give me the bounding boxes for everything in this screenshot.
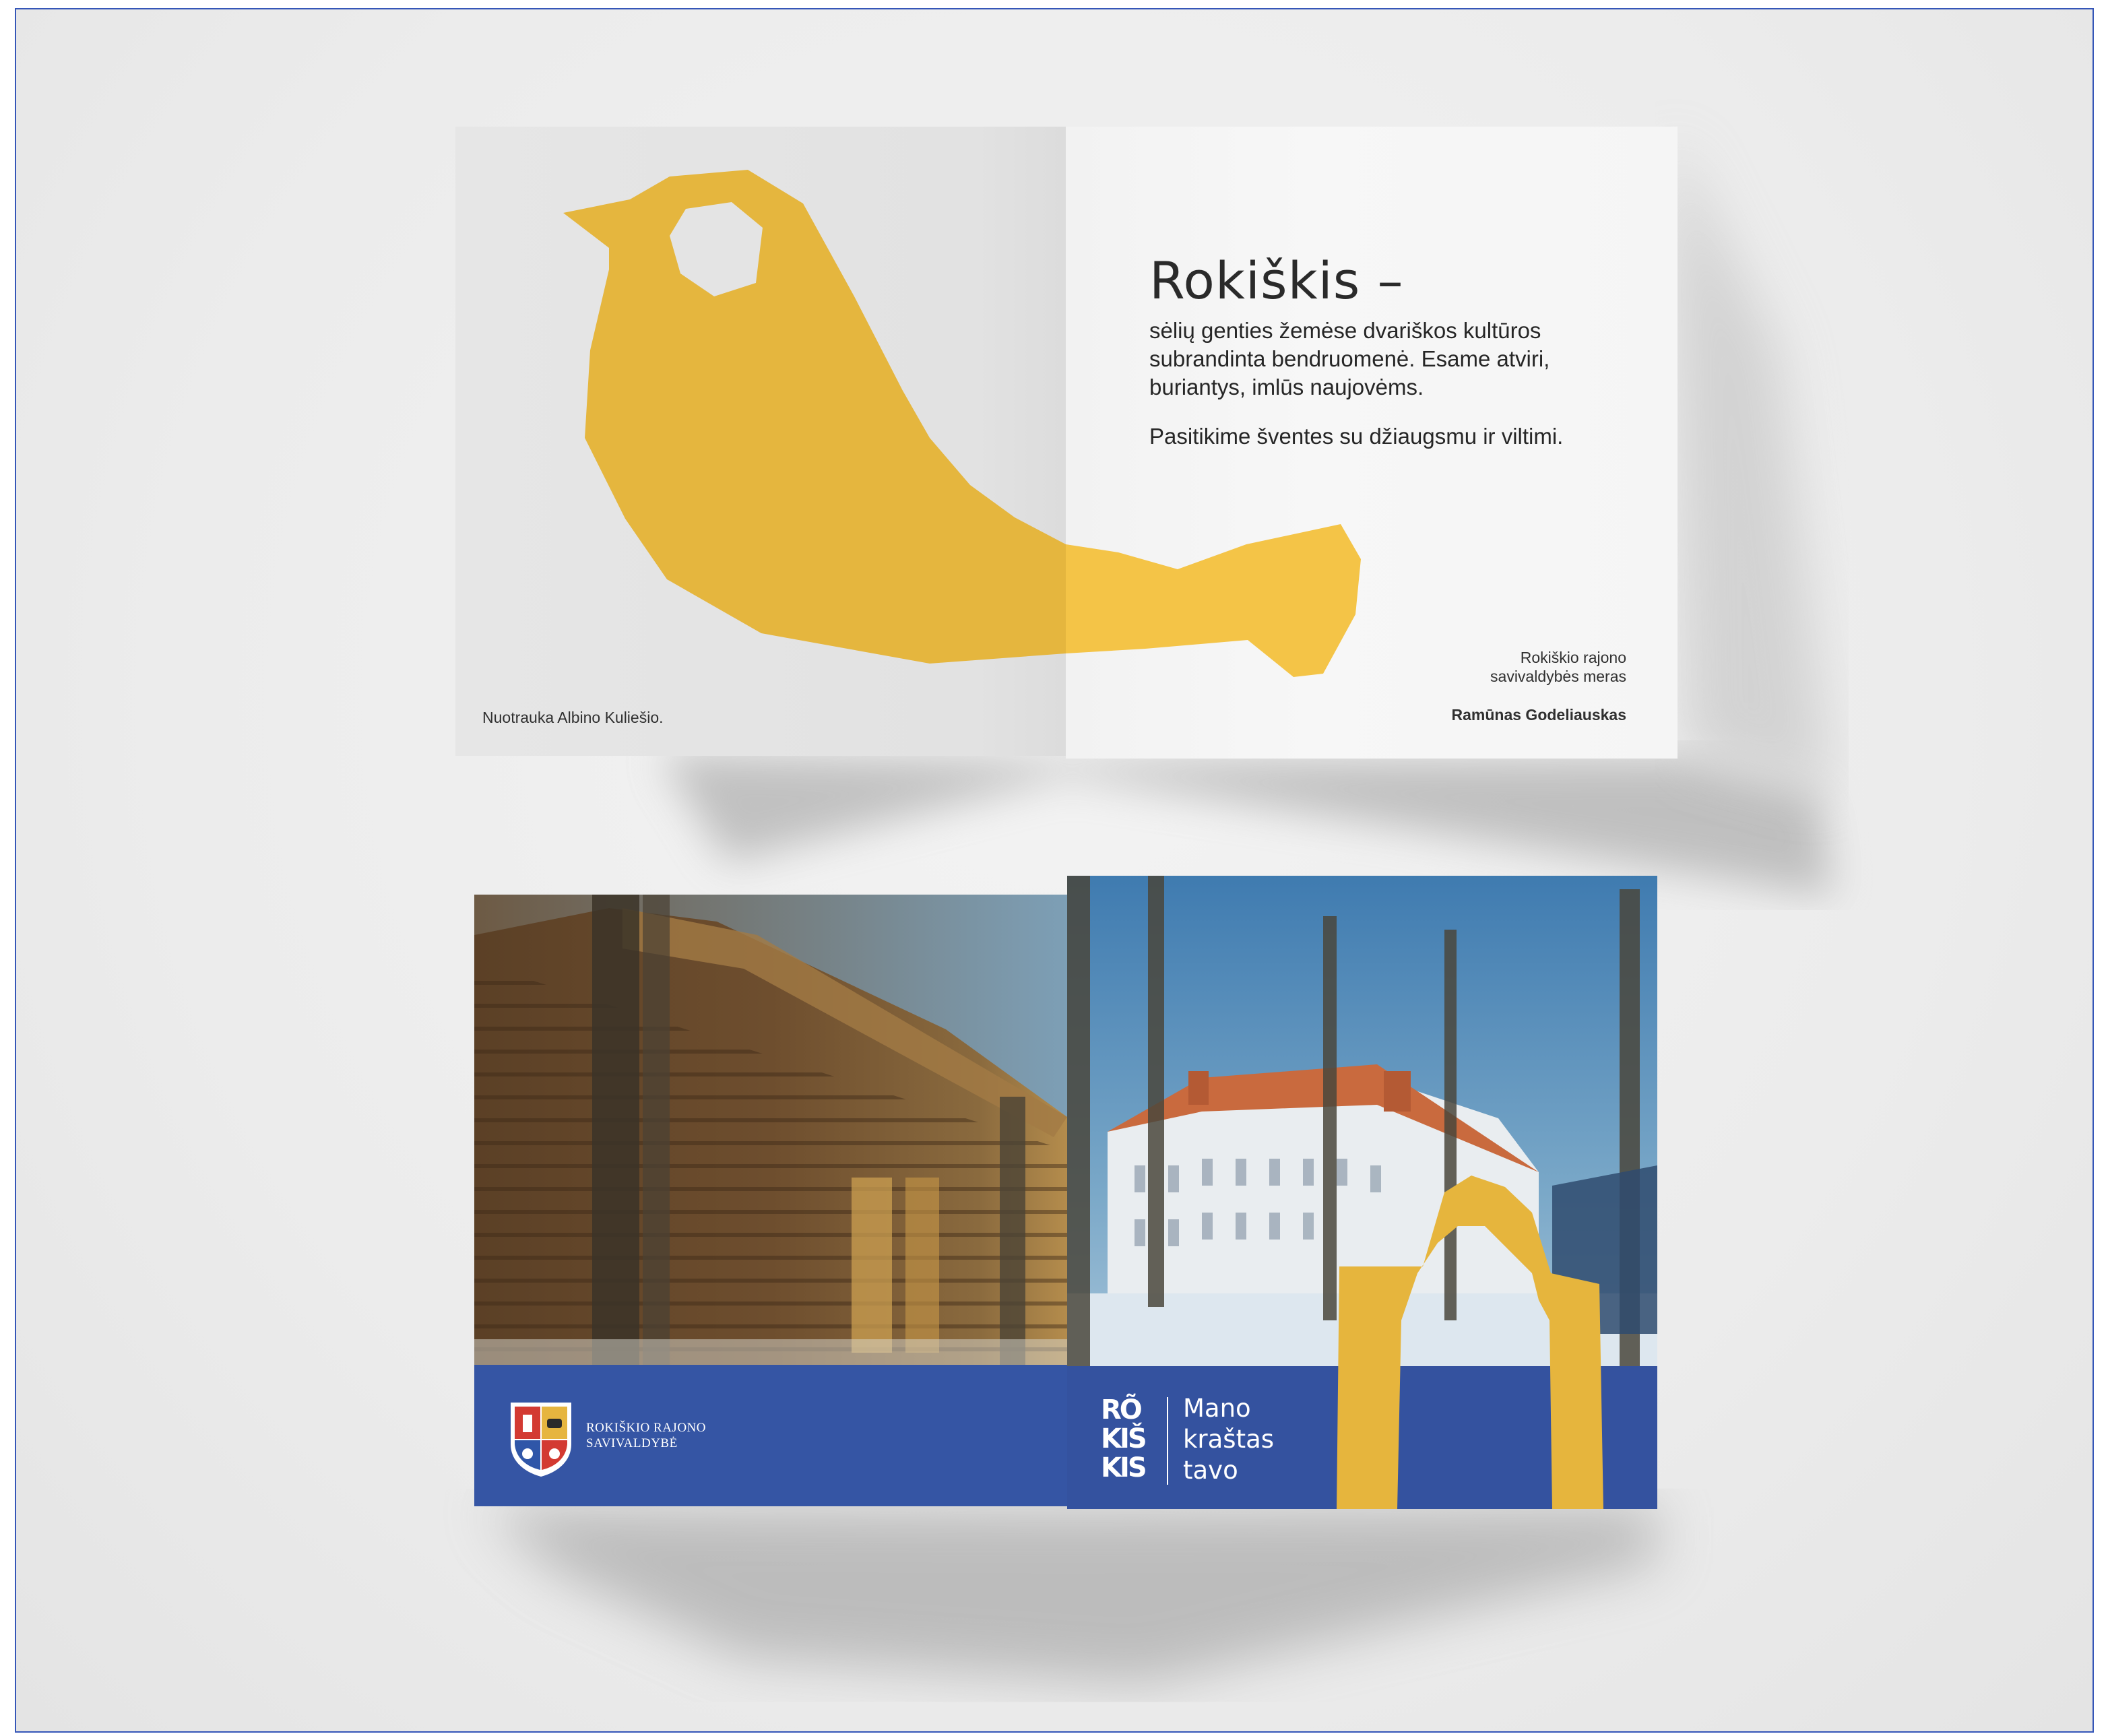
municipality-line2: SAVIVALDYBĖ <box>586 1436 678 1450</box>
coat-of-arms-icon <box>511 1403 571 1477</box>
municipality-name: ROKIŠKIO RAJONO SAVIVALDYBĖ <box>586 1420 706 1451</box>
inside-left-page <box>455 127 1066 756</box>
municipality-line1: ROKIŠKIO RAJONO <box>586 1421 706 1435</box>
signature-title-line2: savivaldybės meras <box>1490 668 1626 685</box>
cover-front-panel: RÕ KIŠ KIS Mano kraštas tavo <box>1067 876 1657 1509</box>
signature-title-line1: Rokiškio rajono <box>1520 649 1626 666</box>
card-body-text: sėlių genties žemėse dvariškos kultūros … <box>1149 318 1550 399</box>
cover-back-panel: ROKIŠKIO RAJONO SAVIVALDYBĖ <box>474 895 1067 1506</box>
card-headline: Rokiškis – <box>1149 251 1404 311</box>
yellow-gate-arch-illustration <box>1337 1176 1603 1509</box>
signature-title: Rokiškio rajono savivaldybės meras <box>1442 648 1626 686</box>
card-greeting-text: Pasitikime šventes su džiaugsmu ir vilti… <box>1149 424 1564 449</box>
signature-name: Ramūnas Godeliauskas <box>1451 706 1627 724</box>
photo-credit: Nuotrauka Albino Kuliešio. <box>482 709 664 726</box>
card-mockup-scene: Rokiškis – sėlių genties žemėse dvariško… <box>0 0 2108 1736</box>
cover-back-blue-band: ROKIŠKIO RAJONO SAVIVALDYBĖ <box>474 1365 1067 1506</box>
